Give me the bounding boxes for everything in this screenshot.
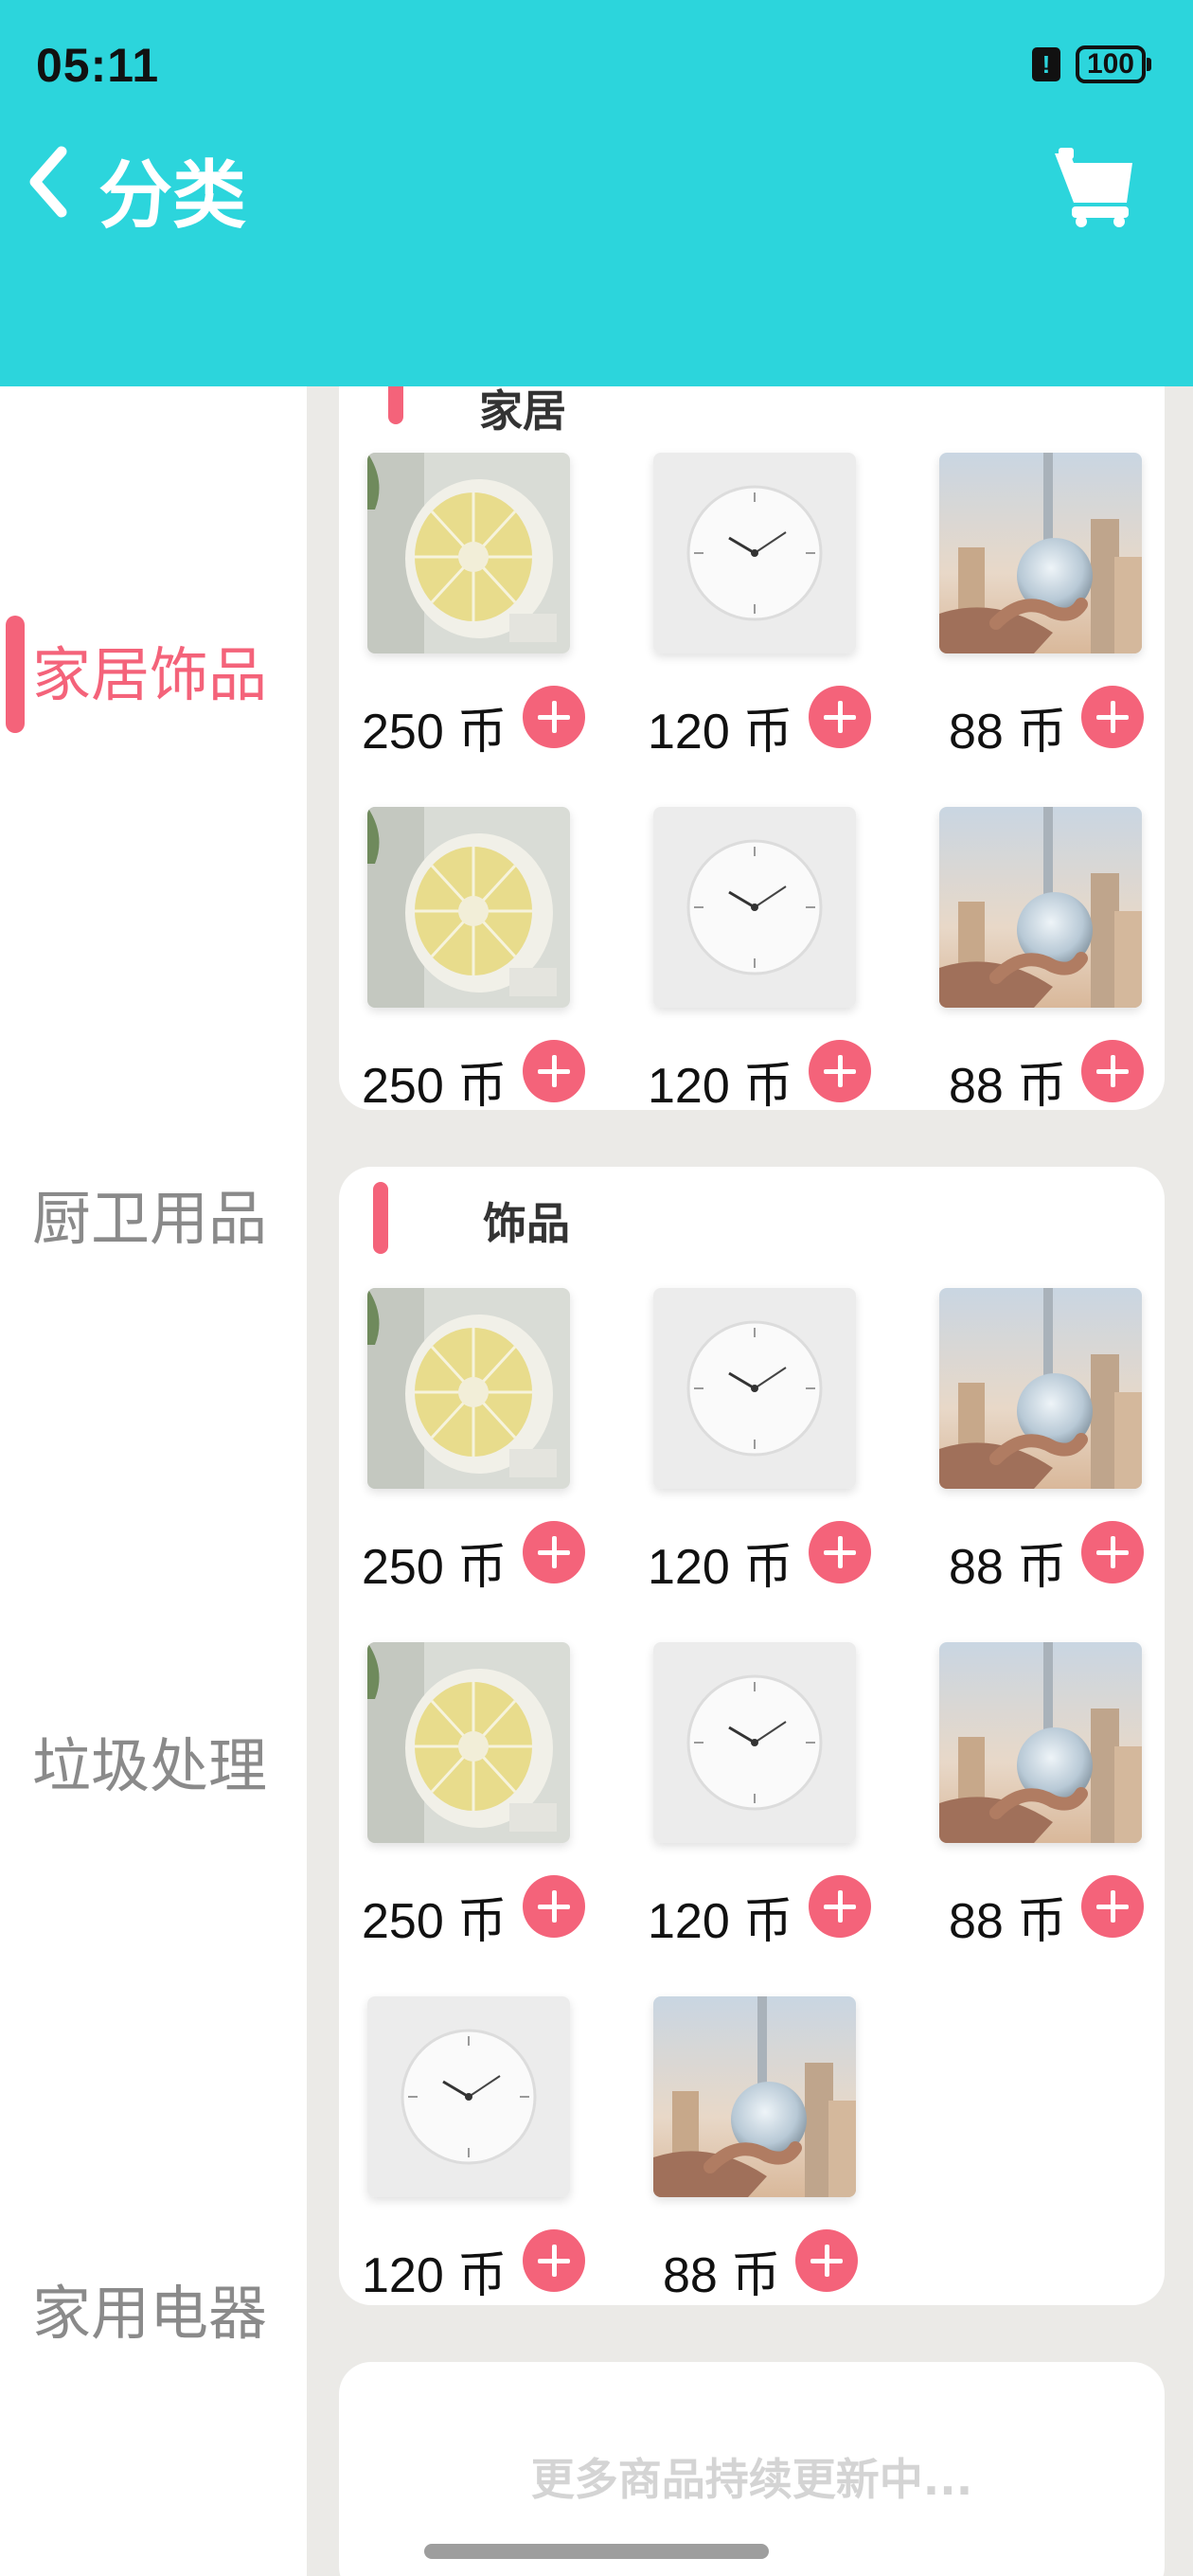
add-to-cart-button[interactable] <box>523 1040 585 1102</box>
product-price: 88 币 <box>949 1894 1067 1949</box>
crystal-ball-image <box>939 807 1142 1008</box>
add-to-cart-button[interactable] <box>1081 1875 1144 1938</box>
section-title: 饰品 <box>483 1198 570 1249</box>
section-header: 饰品 <box>339 1167 1165 1271</box>
status-time: 05:11 <box>36 39 160 92</box>
add-to-cart-button[interactable] <box>1081 1521 1144 1583</box>
add-to-cart-button[interactable] <box>523 1521 585 1583</box>
chevron-left-icon <box>29 146 67 218</box>
product-price: 88 币 <box>949 705 1067 760</box>
crystal-ball-image <box>939 1642 1142 1843</box>
product-item[interactable]: 120 币 <box>362 1996 632 2309</box>
product-price: 250 币 <box>362 1894 507 1949</box>
sidebar-item-appliances[interactable]: 家用电器 <box>0 2239 307 2352</box>
wall-clock-image <box>653 1288 856 1489</box>
add-to-cart-button[interactable] <box>1081 686 1144 748</box>
sidebar-item-home-decor[interactable]: 家居饰品 <box>0 600 307 733</box>
add-to-cart-button[interactable] <box>523 2229 585 2292</box>
add-to-cart-button[interactable] <box>795 2229 858 2292</box>
add-to-cart-button[interactable] <box>523 1875 585 1938</box>
app-header: 05:11 ! 100 分类 <box>0 0 1193 386</box>
wall-clock-image <box>653 807 856 1008</box>
cart-button[interactable] <box>1051 144 1138 227</box>
product-price: 120 币 <box>648 1894 793 1949</box>
wall-clock-image <box>653 1642 856 1843</box>
product-item[interactable]: 88 币 <box>939 1288 1193 1601</box>
section-title: 家居 <box>479 386 566 437</box>
product-item[interactable]: 88 币 <box>939 807 1193 1119</box>
battery-icon: 100 <box>1075 45 1152 83</box>
desk-fan-image <box>367 453 570 653</box>
product-list[interactable]: 家居 250 币 120 币 88 币 250 币 120 币 88 币 饰品 … <box>307 386 1193 2576</box>
sidebar-item-label: 厨卫用品 <box>32 1184 268 1253</box>
product-item[interactable]: 88 币 <box>939 453 1193 765</box>
section-accent-bar <box>388 386 403 424</box>
active-indicator <box>6 616 25 733</box>
product-item[interactable]: 88 币 <box>939 1642 1193 1955</box>
product-item[interactable]: 250 币 <box>362 807 632 1119</box>
category-sidebar: 家居饰品 厨卫用品 垃圾处理 家用电器 <box>0 386 307 2576</box>
add-to-cart-button[interactable] <box>809 1040 871 1102</box>
section-card: 家居 250 币 120 币 88 币 250 币 120 币 88 币 <box>339 386 1165 1114</box>
add-to-cart-button[interactable] <box>809 1875 871 1938</box>
product-price: 250 币 <box>362 705 507 760</box>
product-item[interactable]: 250 币 <box>362 1642 632 1955</box>
sidebar-item-label: 家居饰品 <box>32 640 268 709</box>
product-item[interactable]: 120 币 <box>648 453 918 765</box>
section-accent-bar <box>373 1182 388 1254</box>
add-to-cart-button[interactable] <box>1081 1040 1144 1102</box>
product-price: 88 币 <box>663 2248 781 2303</box>
status-icons: ! 100 <box>1031 45 1152 83</box>
product-item[interactable]: 120 币 <box>648 1642 918 1955</box>
product-price: 250 币 <box>362 1540 507 1595</box>
sidebar-item-label: 家用电器 <box>32 2279 268 2348</box>
alert-icon: ! <box>1031 47 1060 81</box>
product-price: 120 币 <box>648 1540 793 1595</box>
wall-clock-image <box>367 1996 570 2197</box>
section-header: 家居 <box>339 386 1165 447</box>
add-to-cart-button[interactable] <box>523 686 585 748</box>
more-products-text: 更多商品持续更新中... <box>530 2454 973 2505</box>
cart-icon <box>1055 148 1132 227</box>
back-button[interactable] <box>25 142 72 222</box>
page-title: 分类 <box>98 153 247 239</box>
crystal-ball-image <box>939 453 1142 653</box>
product-item[interactable]: 120 币 <box>648 1288 918 1601</box>
product-price: 120 币 <box>648 1059 793 1114</box>
home-indicator[interactable] <box>424 2544 769 2559</box>
product-item[interactable]: 120 币 <box>648 807 918 1119</box>
crystal-ball-image <box>939 1288 1142 1489</box>
product-item[interactable]: 250 币 <box>362 1288 632 1601</box>
desk-fan-image <box>367 1288 570 1489</box>
product-price: 250 币 <box>362 1059 507 1114</box>
product-price: 88 币 <box>949 1059 1067 1114</box>
add-to-cart-button[interactable] <box>809 1521 871 1583</box>
product-item[interactable]: 250 币 <box>362 453 632 765</box>
crystal-ball-image <box>653 1996 856 2197</box>
sidebar-item-kitchen-bath[interactable]: 厨卫用品 <box>0 1144 307 1258</box>
wall-clock-image <box>653 453 856 653</box>
desk-fan-image <box>367 1642 570 1843</box>
product-price: 120 币 <box>362 2248 507 2303</box>
add-to-cart-button[interactable] <box>809 686 871 748</box>
desk-fan-image <box>367 807 570 1008</box>
sidebar-item-label: 垃圾处理 <box>32 1731 268 1800</box>
section-card: 饰品 250 币 120 币 88 币 250 币 120 币 88 币 120… <box>339 1167 1165 2305</box>
sidebar-item-waste[interactable]: 垃圾处理 <box>0 1691 307 1805</box>
product-price: 88 币 <box>949 1540 1067 1595</box>
product-price: 120 币 <box>648 705 793 760</box>
product-item[interactable]: 88 币 <box>653 1996 918 2309</box>
